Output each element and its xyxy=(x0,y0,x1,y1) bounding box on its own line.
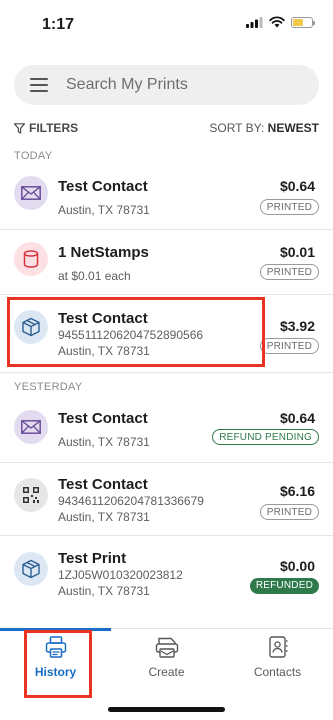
tab-contacts-label: Contacts xyxy=(253,665,302,679)
list-item[interactable]: Test Contact Austin, TX 78731 $0.64 REFU… xyxy=(0,400,333,466)
item-title: Test Contact xyxy=(58,410,148,427)
list-item[interactable]: Test Print 1ZJ05W010320023812 Austin, TX… xyxy=(0,542,333,608)
divider xyxy=(0,535,333,536)
divider xyxy=(0,462,333,463)
item-amount: $0.64 xyxy=(279,178,315,194)
contacts-book-icon xyxy=(268,636,287,658)
status-bar: 1:17 xyxy=(0,0,333,44)
search-bar[interactable]: Search My Prints xyxy=(14,65,319,105)
tab-contacts[interactable]: Contacts xyxy=(222,635,333,691)
envelope-icon xyxy=(14,176,48,210)
status-badge: PRINTED xyxy=(259,504,319,520)
wifi-icon xyxy=(269,16,285,28)
filter-sort-row: FILTERS SORT BY: NEWEST xyxy=(14,120,319,136)
item-amount: $3.92 xyxy=(279,318,315,334)
highlight-box xyxy=(7,297,265,367)
item-address: Austin, TX 78731 xyxy=(58,435,150,449)
tab-create[interactable]: Create xyxy=(111,635,222,691)
menu-icon[interactable] xyxy=(30,78,48,92)
item-amount: $6.16 xyxy=(279,483,315,499)
qr-code-icon xyxy=(14,478,48,512)
status-badge: PRINTED xyxy=(259,264,319,280)
item-address: Austin, TX 78731 xyxy=(58,203,150,217)
item-title: Test Contact xyxy=(58,476,148,493)
package-icon xyxy=(14,552,48,586)
item-title: Test Print xyxy=(58,550,127,567)
sort-value: NEWEST xyxy=(267,121,319,135)
item-title: 1 NetStamps xyxy=(58,244,149,261)
tab-create-label: Create xyxy=(148,665,185,679)
home-indicator xyxy=(108,707,225,712)
divider xyxy=(0,294,333,295)
status-time: 1:17 xyxy=(42,16,75,33)
list-item[interactable]: 1 NetStamps at $0.01 each $0.01 PRINTED xyxy=(0,234,333,300)
item-amount: $0.00 xyxy=(279,558,315,574)
filter-funnel-icon xyxy=(14,122,25,134)
item-amount: $0.64 xyxy=(279,410,315,426)
section-header-today: TODAY xyxy=(14,150,53,162)
item-address: Austin, TX 78731 xyxy=(58,584,150,598)
divider xyxy=(0,229,333,230)
filters-label: FILTERS xyxy=(29,121,79,135)
sort-label: SORT BY: xyxy=(209,121,265,135)
item-address: Austin, TX 78731 xyxy=(58,510,150,524)
status-icons xyxy=(246,16,315,28)
list-item[interactable]: Test Contact 9434611206204781336679 Aust… xyxy=(0,468,333,534)
battery-icon xyxy=(291,16,315,28)
item-title: Test Contact xyxy=(58,178,148,195)
item-tracking-number: 9434611206204781336679 xyxy=(58,494,204,508)
status-badge: REFUNDED xyxy=(249,578,319,594)
stamp-roll-icon xyxy=(14,242,48,276)
envelope-icon xyxy=(14,410,48,444)
item-tracking-number: 1ZJ05W010320023812 xyxy=(58,568,183,582)
item-amount: $0.01 xyxy=(279,244,315,260)
cellular-signal-icon xyxy=(246,16,263,28)
create-label-icon xyxy=(155,637,178,658)
item-detail: at $0.01 each xyxy=(58,269,131,283)
divider xyxy=(0,372,333,373)
status-badge: REFUND PENDING xyxy=(212,429,319,445)
status-badge: PRINTED xyxy=(259,338,319,354)
list-item[interactable]: Test Contact Austin, TX 78731 $0.64 PRIN… xyxy=(0,168,333,234)
filters-button[interactable]: FILTERS xyxy=(14,121,78,135)
sort-button[interactable]: SORT BY: NEWEST xyxy=(209,121,319,135)
highlight-box xyxy=(24,630,92,698)
search-input[interactable]: Search My Prints xyxy=(66,76,188,94)
section-header-yesterday: YESTERDAY xyxy=(14,381,83,393)
status-badge: PRINTED xyxy=(259,199,319,215)
